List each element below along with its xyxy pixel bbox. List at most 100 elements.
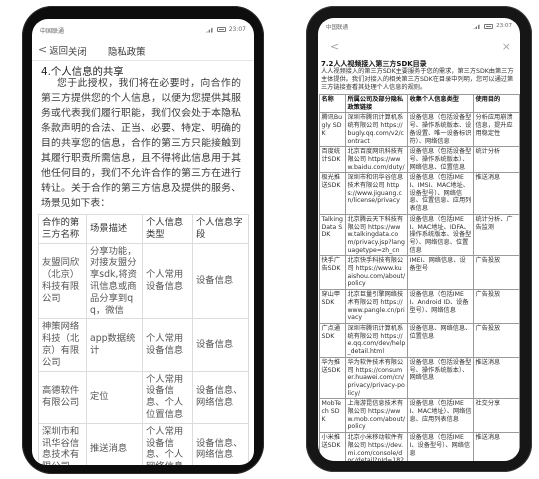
purpose-cell: 广告投放 (473, 255, 520, 291)
purpose-cell: 社交分享 (473, 398, 520, 434)
info-type-cell: 设备信息（包括IMEI、设备型号）、网络信息 (407, 432, 474, 461)
back-icon[interactable]: < (330, 41, 339, 53)
sdk-name-cell: MobTech SDK (319, 398, 346, 434)
carrier-label: 中国联通 (326, 25, 349, 31)
sdk-name-cell: TalkingData SDK (319, 213, 346, 257)
purpose-cell: 推送消息 (473, 356, 520, 400)
company-link-cell: 深圳市和讯华谷信息技术有限公司 https://www.jiguang.cn/l… (345, 172, 408, 215)
table-row: 百度统计SDK 北京百度网讯科技有限公司 https://www.baidu.co… (319, 146, 520, 174)
back-button[interactable]: < 返回 (38, 43, 68, 57)
chevron-left-icon: < (38, 43, 48, 56)
table-header-cell: 收集个人信息类型 (407, 93, 474, 114)
partner-name-cell: 友盟同欣（北京）科技有限公司 (38, 242, 87, 320)
signal-icon (205, 26, 214, 33)
sdk-name-cell: 百度统计SDK (319, 146, 346, 174)
info-field-cell: 设备信息、网络信息 (192, 370, 249, 424)
clock: 23:07 (228, 26, 246, 33)
left-phone-screen: 中国联通 23:07 < 返回 关闭 隐私政策 4.个人信息的共享 您于此授权，… (32, 19, 254, 465)
purpose-cell: 统计分析 (473, 146, 520, 174)
sdk-list-table: 名称 所属公司及部分隐私政策链接 收集个人信息类型 使用目的 腾讯Bugly SDK 深圳… (319, 93, 520, 461)
info-type-cell: 个人常用设备信息 (142, 242, 193, 320)
partner-name-cell: 高德软件有限公司 (38, 370, 87, 424)
section-intro: 人人视频接入的第三方SDK主要服务于您的需求，第三方SDK由第三方主体提供。我们… (321, 68, 514, 91)
carrier-label: 中国联通 (40, 28, 65, 35)
table-header-row: 合作的第三方名称 场景描述 个人信息类型 个人信息字段 (38, 214, 249, 244)
company-link-cell: 北京腾云天下科技有限公司 https://www.talkingdata.com… (345, 213, 408, 257)
table-row: 广点通SDK 深圳市腾讯计算机系统有限公司 https://e.qq.com/de… (319, 322, 520, 358)
table-row: 深圳市和讯华谷信息技术有限公司推送消息个人常用设备信息、个人网络信息设备信息、网… (38, 422, 249, 465)
table-row: TalkingData SDK 北京腾云天下科技有限公司 https://www.… (319, 213, 520, 257)
info-type-cell: 个人常用设备信息、个人网络信息 (142, 422, 193, 465)
company-link-cell: 深圳市腾讯计算机系统有限公司 https://e.qq.com/dev/help… (345, 322, 408, 358)
info-type-cell: 设备信息（包括设备型号、操作系统版本）、网络信息 (407, 356, 474, 400)
right-phone-screen: 中国联通 23:07 < × 7.2人人视频接入第三方SDK目录 人人视频接入的… (318, 18, 520, 461)
info-type-cell: 设备信息（包括IMEI、MAC地址）、网络信息、应用列表信息 (407, 398, 474, 434)
table-header-cell: 名称 (319, 93, 346, 114)
sdk-name-cell: 极光推送SDK (319, 172, 346, 215)
info-field-cell: 设备信息、网络信息 (192, 422, 249, 465)
close-button[interactable]: 关闭 (68, 44, 87, 58)
status-icons: 23:07 (205, 26, 246, 33)
info-type-cell: 设备信息（包括IMEI、MAC地址、IDFA、操作系统版本、设备型号）、网络信息… (407, 213, 474, 257)
table-row: 友盟同欣（北京）科技有限公司 分享功能，对接友盟分享sdk,将资讯信息或商品分享到… (38, 242, 249, 320)
scene-cell: 推送消息 (86, 422, 143, 465)
company-link-cell: 北京快手科技有限公司 https://www.kuaishou.com/abou… (345, 255, 408, 291)
purpose-cell: 推送消息 (473, 432, 520, 461)
company-link-cell: 北京小米移动软件有限公司 https://dev.mi.com/console/… (345, 432, 408, 461)
table-row: 华为推送SDK 华为软件技术有限公司 https://consumer.huawe… (319, 356, 520, 400)
partner-name-cell: 深圳市和讯华谷信息技术有限公司 (38, 422, 87, 465)
scene-cell: 定位 (86, 370, 143, 424)
table-row: 穿山甲SDK 北京巨量引擎网络技术有限公司 https://www.pangle.… (319, 289, 520, 324)
back-label: 返回 (49, 46, 68, 57)
sdk-name-cell: 广点通SDK (319, 322, 346, 358)
partner-name-cell: 神策网络科技（北京）有限公司 (38, 318, 87, 372)
table-row: 极光推送SDK 深圳市和讯华谷信息技术有限公司 https://www.jigua… (319, 172, 520, 215)
table-row: 神策网络科技（北京）有限公司 app数据统计 个人常用设备信息 设备信息 (38, 318, 249, 372)
third-party-table: 合作的第三方名称 场景描述 个人信息类型 个人信息字段 友盟同欣（北京）科技有限公司 分享… (38, 214, 249, 465)
info-type-cell: 设备信息（包括设备型号、操作系统版本）、网络信息、位置信息 (407, 146, 474, 174)
table-header-cell: 个人信息字段 (192, 214, 249, 244)
left-phone: 中国联通 23:07 < 返回 关闭 隐私政策 4.个人信息的共享 您于此授权，… (22, 6, 264, 474)
info-type-cell: IMEI、网络信息、设备型号 (407, 255, 474, 291)
status-bar: 中国联通 23:07 (32, 25, 254, 35)
nav-bar: < 返回 关闭 隐私政策 (32, 43, 254, 59)
table-header-cell: 使用目的 (473, 93, 520, 114)
info-type-cell: 设备信息（包括IMEI、IMSI、MAC地址、设备型号）、网络信息、位置信息、应… (407, 172, 474, 215)
info-type-cell: 个人常用设备信息 (142, 318, 193, 372)
page-title: 隐私政策 (108, 47, 146, 58)
nav-divider (32, 60, 254, 61)
info-type-cell: 设备信息（包括IMEI、Android ID、设备型号）、网络信息 (407, 289, 474, 324)
status-icons: 23:07 (473, 23, 512, 29)
battery-icon (484, 23, 494, 29)
info-field-cell: 设备信息 (192, 242, 249, 320)
purpose-cell: 推送消息 (473, 172, 520, 215)
sdk-name-cell: 快手广告SDK (319, 255, 346, 291)
table-header-row: 名称 所属公司及部分隐私政策链接 收集个人信息类型 使用目的 (319, 93, 520, 114)
purpose-cell: 广告投放 (473, 322, 520, 358)
info-type-cell: 设备信息、网络信息、位置信息 (407, 322, 474, 358)
info-type-cell: 设备信息（包括设备型号、操作系统版本、设备设置、唯一设备标识符）、网络信息 (407, 112, 474, 148)
table-header-cell: 场景描述 (86, 214, 143, 244)
table-row: 快手广告SDK 北京快手科技有限公司 https://www.kuaishou.c… (319, 255, 520, 291)
status-bar: 中国联通 23:07 (318, 22, 520, 32)
sdk-name-cell: 穿山甲SDK (319, 289, 346, 324)
sdk-name-cell: 腾讯Bugly SDK (319, 112, 346, 148)
clock: 23:07 (496, 23, 512, 29)
close-icon[interactable]: × (502, 41, 511, 53)
company-link-cell: 北京巨量引擎网络技术有限公司 https://www.pangle.cn/pri… (345, 289, 408, 324)
purpose-cell: 统计分析、广告监测 (473, 213, 520, 257)
sdk-name-cell: 华为推送SDK (319, 356, 346, 400)
table-row: 高德软件有限公司 定位 个人常用设备信息、个人位置信息 设备信息、网络信息 (38, 370, 249, 424)
sdk-name-cell: 小米推送SDK (319, 432, 346, 461)
section-paragraph: 您于此授权，我们将在必要时，向合作的第三方提供您的个人信息，以便为您提供其服务或… (41, 78, 241, 209)
purpose-cell: 分析应用崩溃信息，提升应用稳定性 (473, 112, 520, 148)
purpose-cell: 广告投放 (473, 289, 520, 324)
table-row: MobTech SDK 上海游昆信息技术有限公司 https://www.mob.… (319, 398, 520, 434)
info-type-cell: 个人常用设备信息、个人位置信息 (142, 370, 193, 424)
company-link-cell: 上海游昆信息技术有限公司 https://www.mob.com/about/p… (345, 398, 408, 434)
company-link-cell: 深圳市腾讯计算机系统有限公司 https://bugly.qq.com/v2/c… (345, 112, 408, 148)
company-link-cell: 北京百度网讯科技有限公司 https://www.baidu.com/duty/ (345, 146, 408, 174)
company-link-cell: 华为软件技术有限公司 https://consumer.huawei.com/c… (345, 356, 408, 400)
table-header-cell: 合作的第三方名称 (38, 214, 87, 244)
scene-cell: 分享功能，对接友盟分享sdk,将资讯信息或商品分享到qq，微信 (86, 242, 143, 320)
